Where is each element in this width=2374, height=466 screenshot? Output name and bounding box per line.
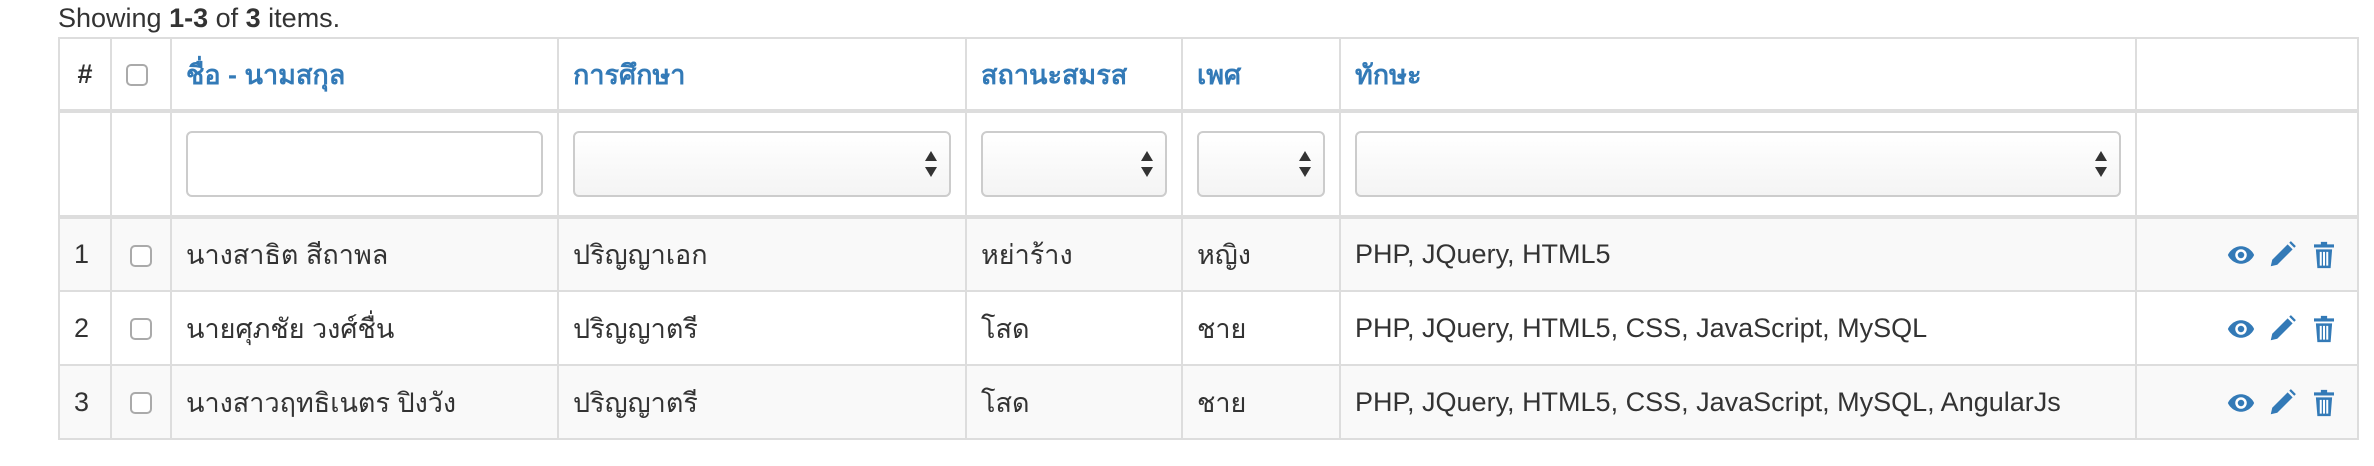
header-row: # ชื่อ - นามสกุล การศึกษา สถานะสมรส เพศ … xyxy=(58,37,2359,113)
header-name: ชื่อ - นามสกุล xyxy=(170,37,559,113)
eye-icon[interactable] xyxy=(2226,240,2256,270)
header-skills: ทักษะ xyxy=(1339,37,2137,113)
filter-empty-check xyxy=(110,110,172,219)
trash-icon[interactable] xyxy=(2309,388,2339,418)
summary-prefix: Showing xyxy=(58,3,170,33)
row-education: ปริญญาตรี xyxy=(557,364,967,440)
row-num: 2 xyxy=(58,290,112,366)
header-num: # xyxy=(58,37,112,113)
summary-middle: of xyxy=(208,3,246,33)
select-arrows-icon xyxy=(2095,151,2107,177)
pencil-icon[interactable] xyxy=(2267,314,2297,344)
header-select-all xyxy=(110,37,172,113)
summary-total: 3 xyxy=(245,3,261,33)
header-education: การศึกษา xyxy=(557,37,967,113)
select-all-checkbox[interactable] xyxy=(126,64,148,87)
summary-text: Showing 1-3 of 3 items. xyxy=(58,0,340,36)
row-num: 3 xyxy=(58,364,112,440)
sort-education-link[interactable]: การศึกษา xyxy=(573,60,685,90)
header-sex: เพศ xyxy=(1181,37,1341,113)
row-check-cell xyxy=(110,216,172,292)
select-arrows-icon xyxy=(925,151,937,177)
row-name: นางสาธิต สีถาพล xyxy=(170,216,559,292)
eye-icon[interactable] xyxy=(2226,314,2256,344)
filter-row xyxy=(58,110,2359,219)
filter-skills-select[interactable] xyxy=(1355,131,2121,197)
row-name: นางสาวฤทธิเนตร ปิงวัง xyxy=(170,364,559,440)
filter-name-cell xyxy=(170,110,559,219)
row-checkbox[interactable] xyxy=(130,244,152,267)
trash-icon[interactable] xyxy=(2309,240,2339,270)
filter-marital-select[interactable] xyxy=(981,131,1167,197)
row-checkbox[interactable] xyxy=(130,392,152,415)
filter-sex-cell xyxy=(1181,110,1341,219)
filter-name-input[interactable] xyxy=(186,131,543,197)
header-actions xyxy=(2135,37,2359,113)
sort-skills-link[interactable]: ทักษะ xyxy=(1355,60,1421,90)
eye-icon[interactable] xyxy=(2226,388,2256,418)
row-num: 1 xyxy=(58,216,112,292)
row-sex: ชาย xyxy=(1181,290,1341,366)
sort-name-link[interactable]: ชื่อ - นามสกุล xyxy=(186,60,345,90)
sort-sex-link[interactable]: เพศ xyxy=(1197,60,1241,90)
filter-sex-select[interactable] xyxy=(1197,131,1325,197)
row-sex: หญิง xyxy=(1181,216,1341,292)
row-check-cell xyxy=(110,364,172,440)
filter-education-cell xyxy=(557,110,967,219)
select-arrows-icon xyxy=(1299,151,1311,177)
row-marital: โสด xyxy=(965,290,1183,366)
filter-empty-num xyxy=(58,110,112,219)
trash-icon[interactable] xyxy=(2309,314,2339,344)
row-skills: PHP, JQuery, HTML5, CSS, JavaScript, MyS… xyxy=(1339,290,2137,366)
row-check-cell xyxy=(110,290,172,366)
row-skills: PHP, JQuery, HTML5 xyxy=(1339,216,2137,292)
summary-suffix: items. xyxy=(260,3,341,33)
row-education: ปริญญาเอก xyxy=(557,216,967,292)
row-marital: หย่าร้าง xyxy=(965,216,1183,292)
row-checkbox[interactable] xyxy=(130,318,152,341)
row-marital: โสด xyxy=(965,364,1183,440)
pencil-icon[interactable] xyxy=(2267,388,2297,418)
row-actions xyxy=(2135,364,2359,440)
table-row: 3 นางสาวฤทธิเนตร ปิงวัง ปริญญาตรี โสด ชา… xyxy=(58,364,2359,440)
header-marital: สถานะสมรส xyxy=(965,37,1183,113)
filter-marital-cell xyxy=(965,110,1183,219)
row-sex: ชาย xyxy=(1181,364,1341,440)
table-row: 2 นายศุภชัย วงศ์ชื่น ปริญญาตรี โสด ชาย P… xyxy=(58,290,2359,366)
filter-skills-cell xyxy=(1339,110,2137,219)
sort-marital-link[interactable]: สถานะสมรส xyxy=(981,60,1127,90)
row-actions xyxy=(2135,216,2359,292)
filter-education-select[interactable] xyxy=(573,131,951,197)
row-education: ปริญญาตรี xyxy=(557,290,967,366)
table-row: 1 นางสาธิต สีถาพล ปริญญาเอก หย่าร้าง หญิ… xyxy=(58,216,2359,292)
row-actions xyxy=(2135,290,2359,366)
select-arrows-icon xyxy=(1141,151,1153,177)
row-name: นายศุภชัย วงศ์ชื่น xyxy=(170,290,559,366)
pencil-icon[interactable] xyxy=(2267,240,2297,270)
row-skills: PHP, JQuery, HTML5, CSS, JavaScript, MyS… xyxy=(1339,364,2137,440)
filter-empty-actions xyxy=(2135,110,2359,219)
summary-range: 1-3 xyxy=(169,3,209,33)
data-grid: # ชื่อ - นามสกุล การศึกษา สถานะสมรส เพศ … xyxy=(58,37,2359,440)
